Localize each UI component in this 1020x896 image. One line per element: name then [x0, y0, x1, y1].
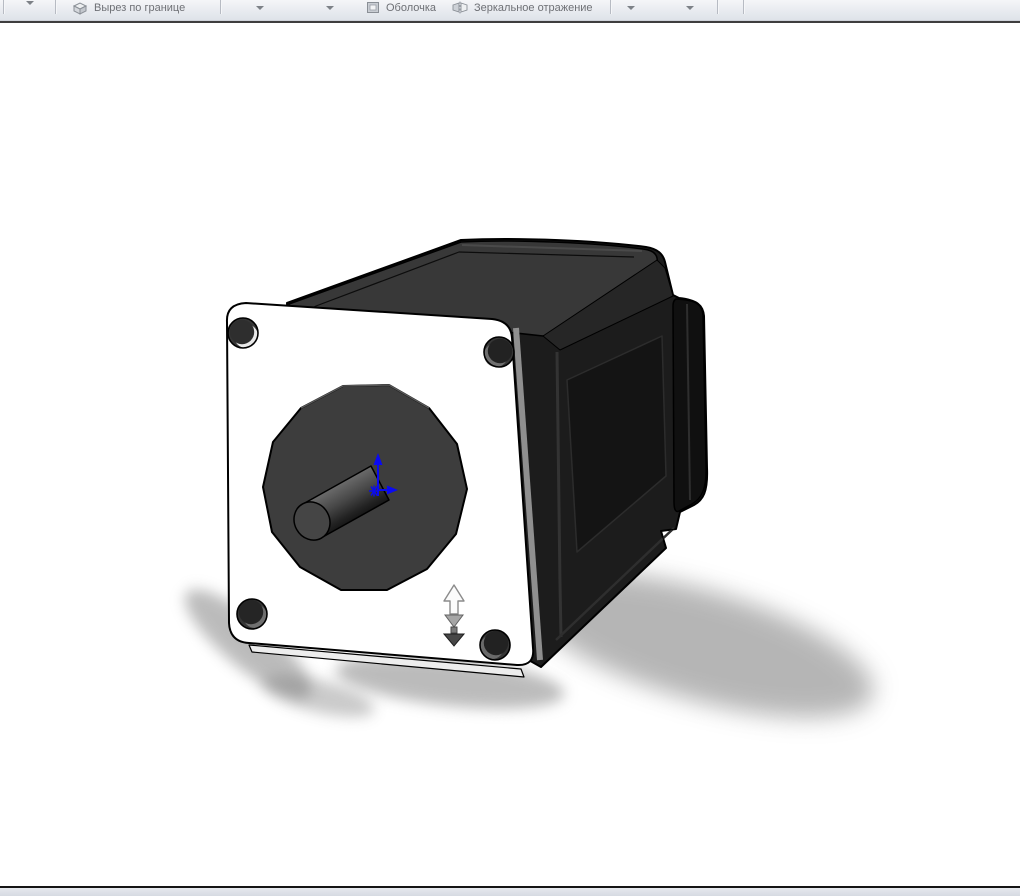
model-canvas — [184, 237, 874, 718]
features-toolbar: Вырез по границе Оболочка Зеркальное отр… — [0, 0, 1020, 21]
toolbar-separator — [743, 0, 745, 14]
mounting-hole — [479, 629, 511, 661]
mounting-hole — [227, 317, 259, 349]
shell-label: Оболочка — [386, 1, 437, 14]
boundary-cut-label: Вырез по границе — [94, 1, 186, 14]
status-bar — [0, 888, 1020, 896]
mirror-icon — [452, 1, 468, 14]
toolbar-separator — [55, 0, 57, 14]
mounting-hole — [236, 598, 268, 630]
flyout-caret[interactable] — [627, 6, 635, 10]
toolbar-separator — [717, 0, 719, 14]
mirror-button[interactable]: Зеркальное отражение — [452, 0, 593, 15]
shell-icon — [366, 1, 380, 14]
mirror-label: Зеркальное отражение — [474, 1, 593, 14]
boundary-cut-icon — [72, 1, 88, 15]
boundary-cut-button[interactable]: Вырез по границе — [72, 0, 185, 15]
graphics-area[interactable] — [0, 23, 1020, 886]
toolbar-separator — [220, 0, 222, 14]
toolbar-separator — [3, 0, 5, 14]
flyout-caret[interactable] — [326, 6, 334, 10]
flyout-caret[interactable] — [26, 1, 34, 5]
solidworks-window: Вырез по границе Оболочка Зеркальное отр… — [0, 0, 1020, 896]
shell-button[interactable]: Оболочка — [366, 0, 436, 15]
toolbar-separator — [610, 0, 612, 14]
mounting-hole — [483, 336, 515, 368]
flyout-caret[interactable] — [686, 6, 694, 10]
flyout-caret[interactable] — [256, 6, 264, 10]
